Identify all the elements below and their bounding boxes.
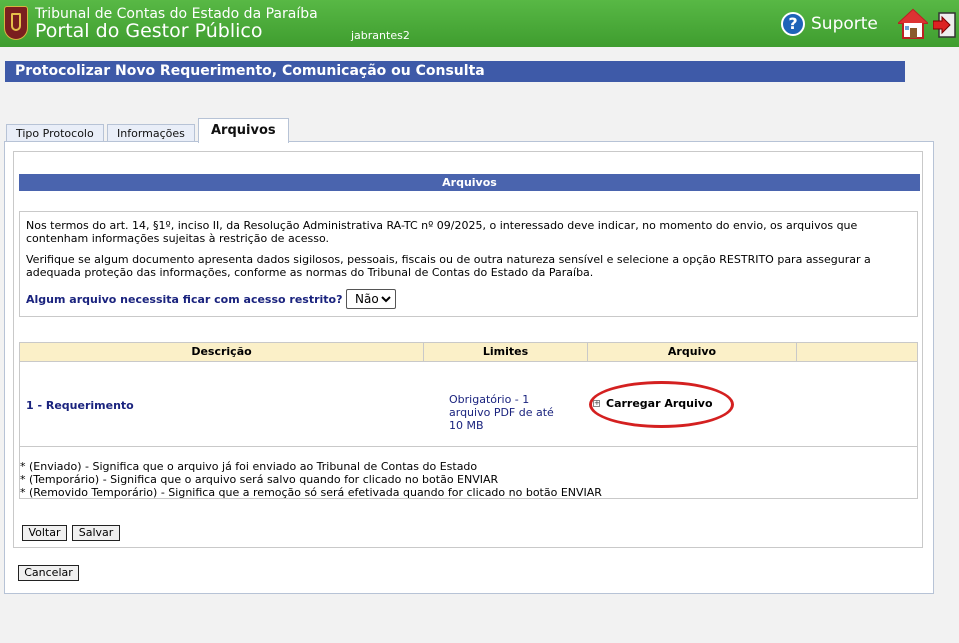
column-header-descricao: Descrição: [20, 343, 424, 361]
tab-tipo-protocolo[interactable]: Tipo Protocolo: [6, 124, 104, 142]
logout-icon[interactable]: [933, 11, 959, 39]
save-button[interactable]: Salvar: [72, 525, 120, 541]
home-icon[interactable]: [898, 8, 928, 40]
restrict-question: Algum arquivo necessita ficar com acesso…: [26, 293, 343, 306]
legend: * (Enviado) - Significa que o arquivo já…: [20, 460, 602, 499]
tab-arquivos[interactable]: Arquivos: [198, 118, 289, 143]
plus-icon: +: [593, 399, 600, 407]
notice-paragraph-1: Nos termos do art. 14, §1º, inciso II, d…: [26, 219, 858, 245]
column-header-limites: Limites: [424, 343, 588, 361]
tab-informacoes[interactable]: Informações: [107, 124, 195, 142]
legend-item: * (Enviado) - Significa que o arquivo já…: [20, 460, 478, 473]
row-description: 1 - Requerimento: [26, 399, 134, 412]
column-header-arquivo: Arquivo: [588, 343, 797, 361]
username: jabrantes2: [351, 29, 410, 42]
legend-item: * (Removido Temporário) - Significa que …: [20, 486, 602, 499]
restrict-select[interactable]: Não: [346, 289, 396, 309]
tce-logo-icon: [4, 6, 28, 40]
notice-paragraph-2: Verifique se algum documento apresenta d…: [26, 253, 871, 279]
files-table: Descrição Limites Arquivo 1 - Requerimen…: [19, 342, 918, 499]
help-icon[interactable]: ?: [781, 12, 805, 36]
restrict-select-value: Não: [355, 292, 379, 306]
column-header-extra: [797, 343, 917, 361]
cancel-button[interactable]: Cancelar: [18, 565, 79, 581]
chevron-down-icon: [381, 290, 391, 315]
restriction-notice: Nos termos do art. 14, §1º, inciso II, d…: [19, 211, 918, 317]
table-row: 1 - Requerimento Obrigatório - 1 arquivo…: [20, 362, 917, 447]
section-title: Arquivos: [19, 174, 920, 191]
app-header: Tribunal de Contas do Estado da Paraíba …: [0, 0, 959, 47]
table-header: Descrição Limites Arquivo: [20, 343, 917, 362]
page-title: Protocolizar Novo Requerimento, Comunica…: [5, 61, 905, 82]
row-limits: Obrigatório - 1 arquivo PDF de até 10 MB: [449, 393, 554, 432]
support-link[interactable]: Suporte: [811, 14, 878, 34]
portal-title: Portal do Gestor Público: [35, 20, 263, 42]
upload-file-label: Carregar Arquivo: [606, 397, 713, 410]
back-button[interactable]: Voltar: [22, 525, 67, 541]
legend-item: * (Temporário) - Significa que o arquivo…: [20, 473, 499, 486]
